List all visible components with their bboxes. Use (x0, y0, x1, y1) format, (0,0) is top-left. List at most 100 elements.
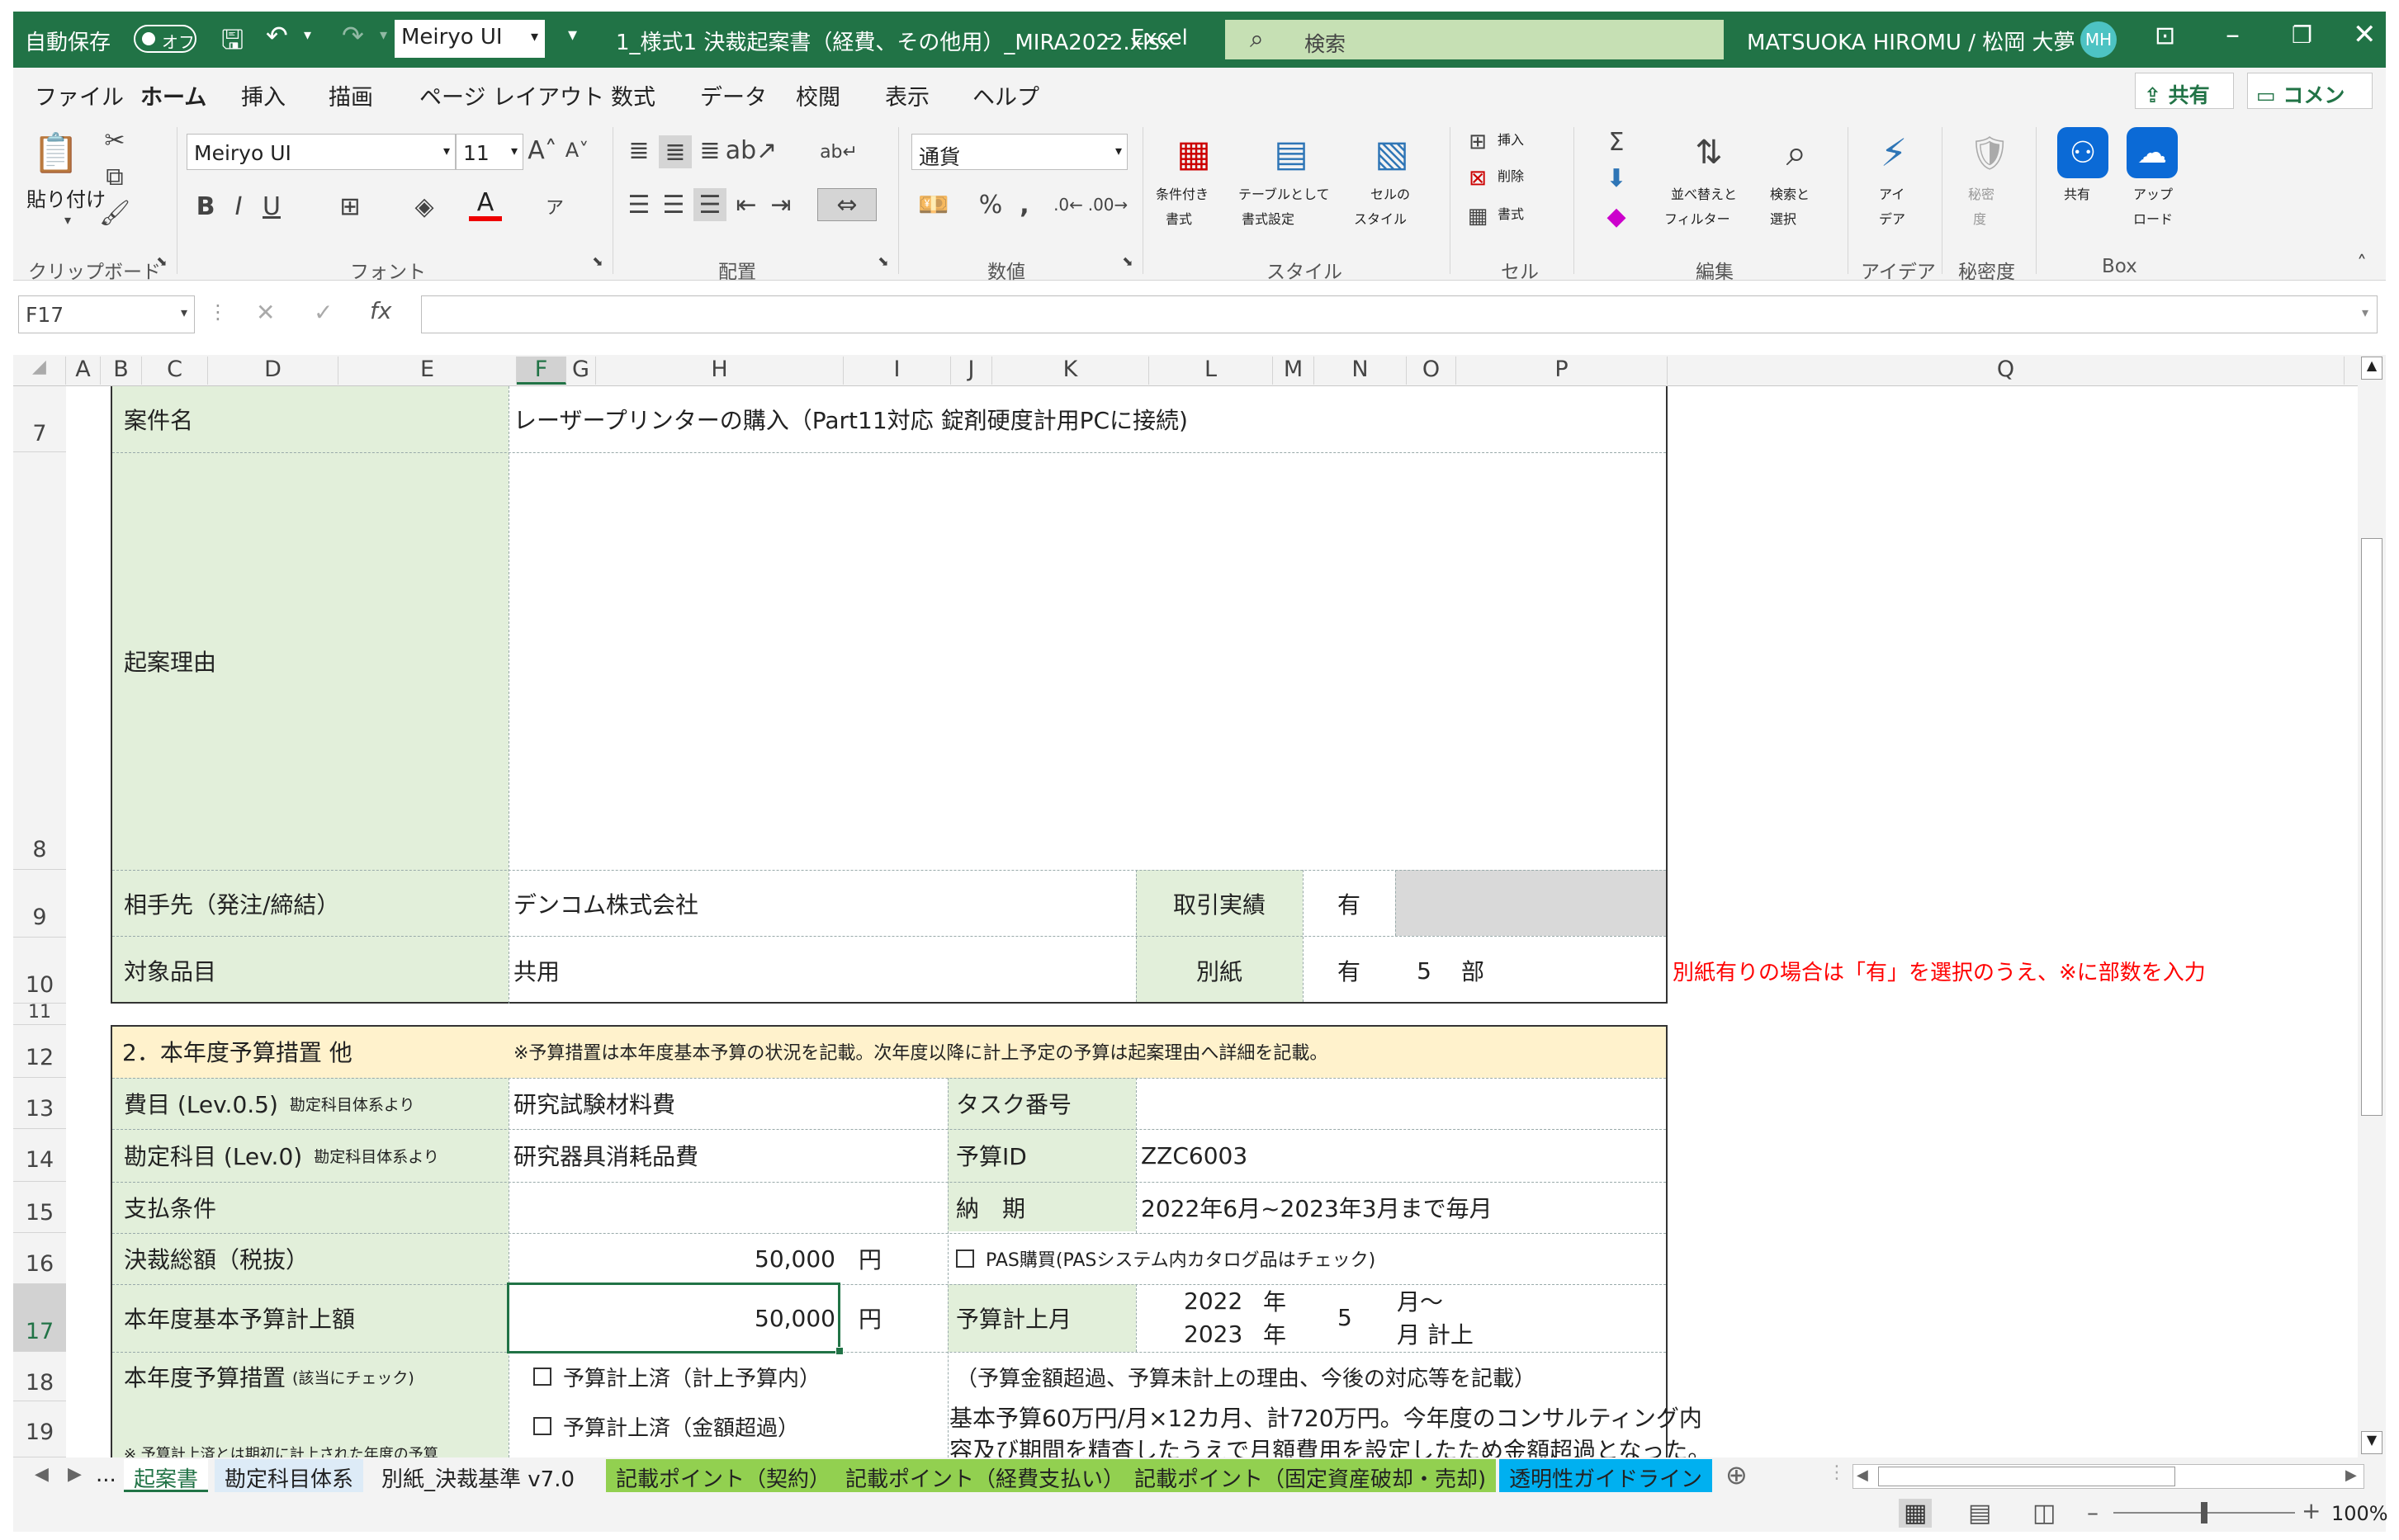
budget-within-checkbox[interactable] (533, 1368, 551, 1386)
sort-filter-button[interactable]: 並べ替えと (1671, 183, 1737, 203)
sort-filter-icon[interactable]: ⇅ (1684, 127, 1734, 178)
border-icon[interactable]: ⊞ (334, 191, 367, 221)
format-cells-button[interactable]: 書式 (1498, 203, 1524, 223)
autosave-toggle[interactable]: オフ (134, 25, 196, 53)
column-header[interactable]: D (208, 357, 338, 385)
save-icon[interactable]: 🖫 (221, 21, 244, 66)
sheet-tab-kianmo[interactable]: 起案書 (124, 1459, 209, 1492)
insert-cells-icon[interactable]: ⊞ (1463, 127, 1493, 157)
row-header[interactable]: 15 (13, 1182, 66, 1233)
row-header[interactable]: 7 (13, 386, 66, 452)
scroll-up-icon[interactable]: ▲ (2361, 357, 2382, 380)
align-center-icon[interactable]: ☰ (659, 190, 688, 220)
bold-icon[interactable]: B (193, 191, 218, 221)
fill-color-icon[interactable]: ◈ (408, 191, 441, 221)
close-icon[interactable]: ✕ (2353, 18, 2377, 51)
ideas-icon[interactable]: ⚡ (1869, 127, 1919, 178)
number-launcher-icon[interactable]: ⬊ (1118, 251, 1138, 271)
underline-icon[interactable]: U (259, 191, 284, 221)
delete-cells-button[interactable]: 削除 (1498, 165, 1524, 185)
tab-draw[interactable]: 描画 (329, 79, 373, 111)
scroll-right-icon[interactable]: ▶ (2345, 1467, 2357, 1484)
conditional-format-button[interactable]: 条件付き (1156, 183, 1209, 203)
indent-decrease-icon[interactable]: ⇤ (731, 190, 761, 220)
paste-icon[interactable]: 📋 (32, 127, 79, 178)
format-as-table-button[interactable]: テーブルとして (1238, 183, 1330, 203)
italic-icon[interactable]: I (226, 191, 251, 221)
cell-styles-button[interactable]: セルの (1370, 183, 1410, 203)
formula-input[interactable]: ▾ (421, 295, 2378, 333)
attachment-value[interactable]: 有 (1303, 938, 1395, 1004)
column-header[interactable]: N (1314, 357, 1407, 385)
horizontal-scrollbar[interactable]: ◀ ▶ (1852, 1464, 2364, 1489)
column-header[interactable]: F (517, 357, 566, 385)
vertical-scrollbar[interactable]: ▲ ▼ (2358, 355, 2386, 1457)
column-header[interactable]: O (1407, 357, 1456, 385)
number-format-select[interactable]: 通貨 ▾ (911, 134, 1128, 170)
normal-view-icon[interactable]: ▦ (1899, 1499, 1933, 1528)
column-header[interactable]: P (1456, 357, 1668, 385)
cut-icon[interactable]: ✂ (101, 125, 129, 155)
vertical-scroll-thumb[interactable] (2361, 538, 2382, 1116)
paste-button[interactable]: 貼り付け (26, 183, 106, 212)
orientation-icon[interactable]: ab↗ (726, 135, 778, 165)
tab-file[interactable]: ファイル (35, 79, 124, 111)
undo-dropdown-icon[interactable]: ▾ (304, 26, 311, 44)
percent-icon[interactable]: % (974, 190, 1007, 220)
row-header[interactable]: 9 (13, 870, 66, 938)
align-bottom-icon[interactable]: ≣ (695, 135, 725, 165)
column-header[interactable]: A (66, 357, 101, 385)
alignment-launcher-icon[interactable]: ⬊ (873, 251, 893, 271)
row-header[interactable]: 14 (13, 1129, 66, 1182)
redo-icon[interactable]: ↷ (342, 20, 364, 51)
select-all-corner[interactable]: ◢ (13, 357, 66, 385)
row-header[interactable]: 18 (13, 1352, 66, 1401)
wrap-text-icon[interactable]: ab↵ (820, 135, 858, 168)
quick-font-select[interactable]: Meiryo UI ▾ (395, 20, 545, 58)
horizontal-scroll-thumb[interactable] (1878, 1467, 2175, 1486)
tab-home[interactable]: ホーム (140, 79, 207, 120)
budget-amount-value[interactable]: 50,000 (513, 1284, 835, 1352)
copy-icon[interactable]: ⧉ (101, 162, 129, 191)
conditional-format-icon[interactable]: ▦ (1169, 129, 1218, 178)
row-header[interactable]: 11 (13, 1004, 66, 1025)
page-break-view-icon[interactable]: ◫ (2032, 1499, 2056, 1528)
align-top-icon[interactable]: ≣ (624, 135, 654, 165)
scroll-down-icon[interactable]: ▼ (2361, 1431, 2382, 1454)
insert-cells-button[interactable]: 挿入 (1498, 129, 1524, 149)
customize-qat-icon[interactable]: ▾ (568, 25, 577, 45)
tab-data[interactable]: データ (700, 79, 767, 111)
sensitivity-icon[interactable]: 🛡 (1965, 127, 2014, 178)
merge-center-icon[interactable]: ⇔ (817, 188, 877, 221)
expense-item-value[interactable]: 研究試験材料費 (513, 1078, 675, 1129)
counterparty-value[interactable]: デンコム株式会社 (513, 870, 698, 938)
page-layout-view-icon[interactable]: ▤ (1968, 1499, 1991, 1528)
align-middle-icon[interactable]: ≣ (659, 135, 692, 168)
more-sheets[interactable]: ... (96, 1462, 116, 1487)
end-year[interactable]: 2023 (1184, 1317, 1242, 1350)
font-name-select[interactable]: Meiryo UI ▾ (187, 134, 456, 170)
row-header[interactable]: 8 (13, 452, 66, 870)
column-header[interactable]: E (338, 357, 517, 385)
avatar[interactable]: MH (2080, 21, 2117, 58)
clipboard-launcher-icon[interactable]: ⬊ (152, 251, 172, 271)
delete-cells-icon[interactable]: ⊠ (1463, 163, 1493, 193)
sheet-tab-criteria[interactable]: 別紙_決裁基準 v7.0 (371, 1459, 585, 1492)
tab-formulas[interactable]: 数式 (611, 79, 655, 111)
column-header[interactable]: J (951, 357, 992, 385)
payment-terms-value[interactable] (513, 1182, 943, 1233)
column-header[interactable]: I (844, 357, 951, 385)
column-header[interactable]: L (1149, 357, 1273, 385)
row-header[interactable]: 19 (13, 1401, 66, 1457)
currency-icon[interactable]: 💴 (913, 190, 954, 220)
sensitivity-button[interactable]: 秘密 (1968, 183, 1994, 203)
cell-styles-icon[interactable]: ▧ (1367, 129, 1417, 178)
column-header[interactable]: Q (1668, 357, 2345, 385)
sheet-tab-guideline[interactable]: 透明性ガイドライン (1499, 1459, 1713, 1492)
tab-view[interactable]: 表示 (885, 79, 930, 111)
font-grow-icon[interactable]: A˄ (528, 135, 557, 165)
phonetic-icon[interactable]: ア (538, 191, 571, 221)
format-cells-icon[interactable]: ▦ (1463, 201, 1493, 231)
search-box[interactable]: ⌕ 検索 (1225, 20, 1724, 59)
column-header[interactable]: K (992, 357, 1149, 385)
